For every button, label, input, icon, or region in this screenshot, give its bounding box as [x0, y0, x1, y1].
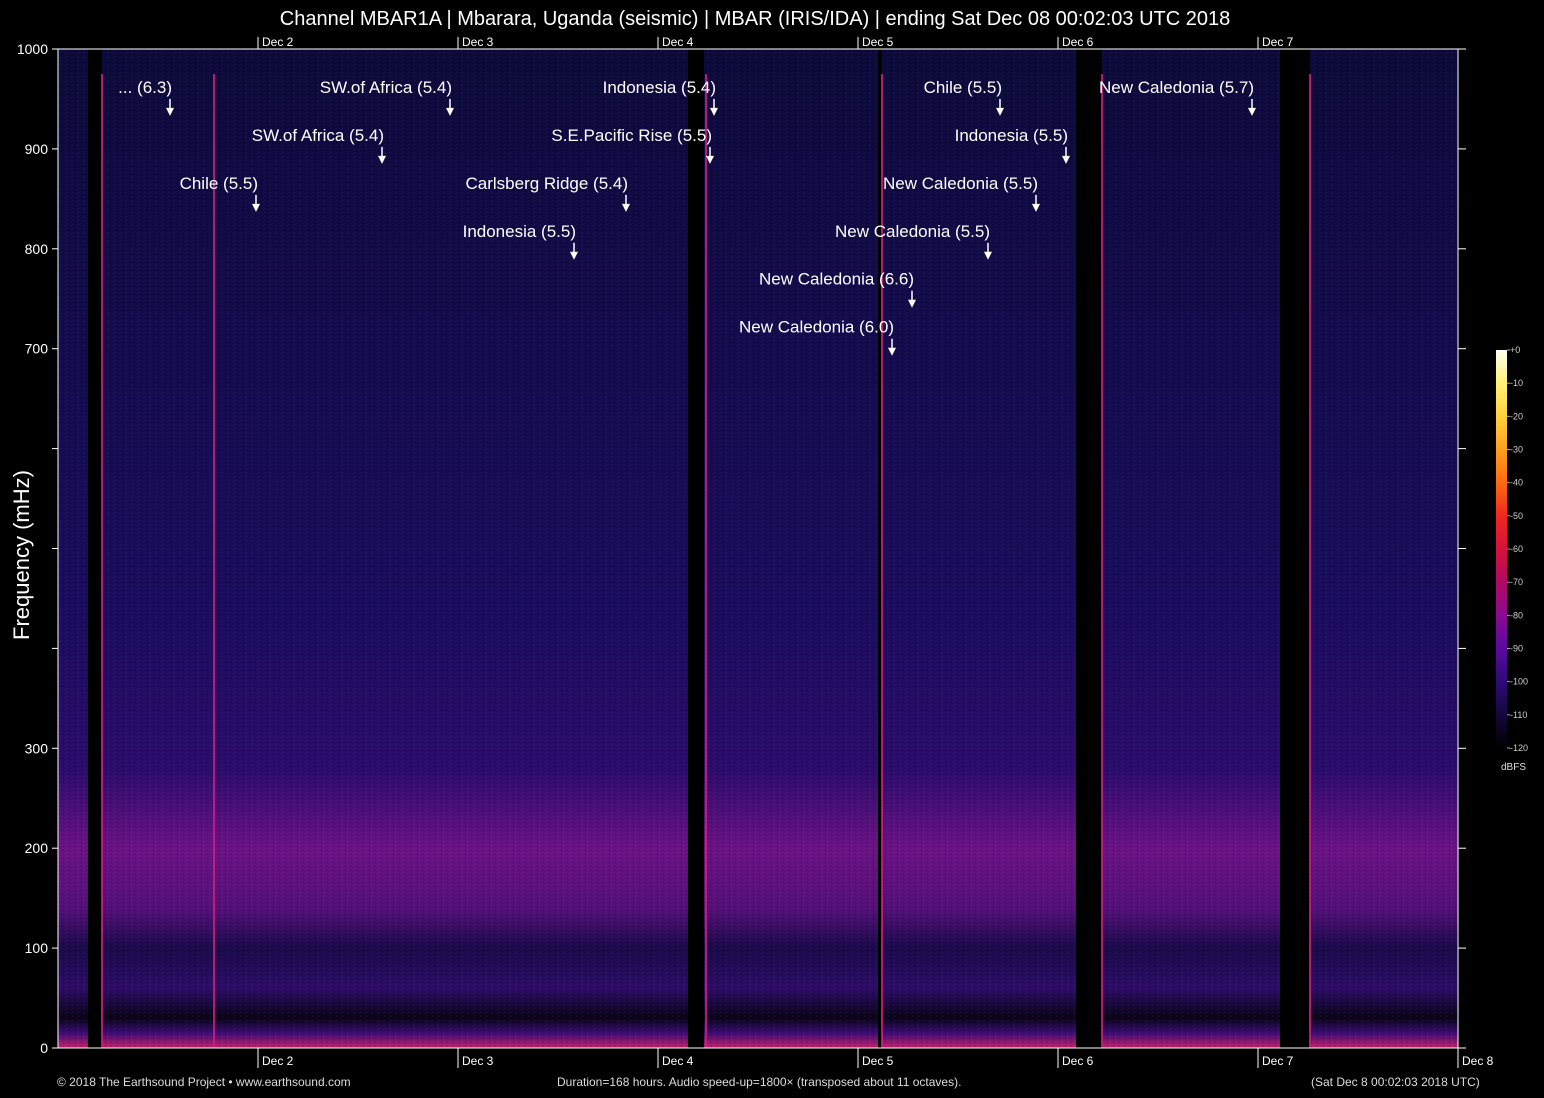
- event-label: New Caledonia (6.6): [759, 270, 914, 289]
- event-label: New Caledonia (5.7): [1099, 78, 1254, 97]
- x-bottom-tick-label: Dec 3: [462, 1054, 494, 1068]
- event-label: Chile (5.5): [924, 78, 1002, 97]
- x-top-tick-label: Dec 5: [862, 35, 894, 49]
- colorbar-gradient: [1496, 350, 1507, 748]
- x-bottom-tick-label: Dec 8: [1462, 1054, 1494, 1068]
- x-bottom-tick-label: Dec 6: [1062, 1054, 1094, 1068]
- event-label: Carlsberg Ridge (5.4): [465, 174, 628, 193]
- event-label: Indonesia (5.5): [463, 222, 576, 241]
- footer-timestamp: (Sat Dec 8 00:02:03 2018 UTC): [1311, 1075, 1480, 1089]
- footer-copyright: © 2018 The Earthsound Project • www.eart…: [57, 1075, 351, 1089]
- spectrogram-chart: 0 100 200 300 700 800 900 1000 Dec 2 Dec 3 Dec 4 De…: [17, 35, 1528, 1068]
- y-tick-label: 1000: [17, 41, 48, 57]
- colorbar-tick-label: -100: [1510, 677, 1528, 687]
- event-label: New Caledonia (6.0): [739, 318, 894, 337]
- y-tick-label: 300: [25, 740, 49, 756]
- event-label: Indonesia (5.5): [955, 126, 1068, 145]
- colorbar-tick-label: -10: [1510, 378, 1523, 388]
- data-gap: [1076, 49, 1102, 1048]
- x-top-tick-label: Dec 6: [1062, 35, 1094, 49]
- y-tick-label: 900: [25, 141, 49, 157]
- event-label: Chile (5.5): [180, 174, 258, 193]
- plot-texture: [58, 49, 1458, 1048]
- colorbar-tick-label: -90: [1510, 644, 1523, 654]
- y-tick-label: 100: [25, 940, 49, 956]
- colorbar-tick-label: -120: [1510, 743, 1528, 753]
- y-tick-label: 700: [25, 341, 49, 357]
- x-top-tick-label: Dec 4: [662, 35, 694, 49]
- colorbar-tick-label: -50: [1510, 511, 1523, 521]
- colorbar-tick-label: -60: [1510, 544, 1523, 554]
- event-label: Indonesia (5.4): [603, 78, 716, 97]
- event-label: New Caledonia (5.5): [835, 222, 990, 241]
- x-top-tick-label: Dec 7: [1262, 35, 1294, 49]
- colorbar-tick-label: -20: [1510, 411, 1523, 421]
- event-label: New Caledonia (5.5): [883, 174, 1038, 193]
- y-tick-label: 800: [25, 241, 49, 257]
- y-tick-label: 200: [25, 840, 49, 856]
- colorbar-tick-label: -80: [1510, 610, 1523, 620]
- colorbar-tick-label: -70: [1510, 577, 1523, 587]
- colorbar-tick-label: +0: [1510, 345, 1520, 355]
- data-gap: [88, 49, 102, 1048]
- event-label: SW.of Africa (5.4): [320, 78, 452, 97]
- data-gap: [1280, 49, 1310, 1048]
- x-bottom-tick-label: Dec 7: [1262, 1054, 1294, 1068]
- event-label: S.E.Pacific Rise (5.5): [551, 126, 712, 145]
- x-top-tick-label: Dec 3: [462, 35, 494, 49]
- x-top-tick-label: Dec 2: [262, 35, 294, 49]
- x-bottom-tick-label: Dec 5: [862, 1054, 894, 1068]
- y-tick-label: 0: [40, 1040, 48, 1056]
- colorbar-tick-label: -110: [1510, 710, 1527, 720]
- colorbar-tick-label: -30: [1510, 445, 1523, 455]
- data-gap: [688, 49, 704, 1048]
- footer-duration: Duration=168 hours. Audio speed-up=1800×…: [557, 1075, 962, 1089]
- event-label: SW.of Africa (5.4): [252, 126, 384, 145]
- colorbar-tick-label: -40: [1510, 478, 1523, 488]
- colorbar-unit: dBFS: [1501, 762, 1527, 773]
- x-bottom-tick-label: Dec 2: [262, 1054, 294, 1068]
- event-label: ... (6.3): [118, 78, 172, 97]
- x-bottom-tick-label: Dec 4: [662, 1054, 694, 1068]
